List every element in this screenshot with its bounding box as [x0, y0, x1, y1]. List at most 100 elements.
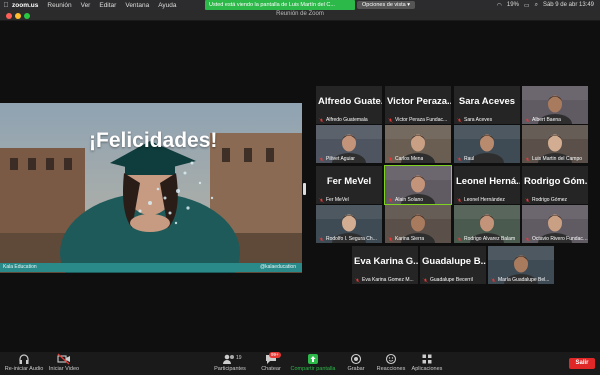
mic-muted-icon — [319, 197, 324, 203]
participant-name: Guadalupe Becerril — [430, 277, 473, 283]
participant-name-bar: Alfredo Guatemala — [316, 116, 382, 124]
mic-muted-icon — [525, 156, 530, 162]
participant-tile[interactable]: Rodolfo I. Segura Ch... — [316, 205, 382, 243]
mic-muted-icon — [525, 236, 530, 242]
participant-tile[interactable]: Alain Solano — [384, 165, 452, 205]
participant-tile[interactable]: Eva Karina G... Eva Karina Gomez M... — [352, 246, 418, 284]
participant-name-bar: Leonel Hernández — [454, 196, 520, 204]
menu-editar[interactable]: Editar — [99, 2, 116, 9]
participant-tile[interactable]: Leonel Herná... Leonel Hernández — [454, 166, 520, 204]
headphones-icon — [19, 354, 29, 364]
participants-button[interactable]: Participantes 19 — [212, 353, 248, 372]
mic-muted-icon — [319, 236, 324, 242]
start-video-button[interactable]: Iniciar Video — [48, 353, 80, 372]
menu-ventana[interactable]: Ventana — [125, 2, 149, 9]
menu-ver[interactable]: Ver — [81, 2, 91, 9]
search-icon[interactable]: ⌕ — [535, 2, 538, 9]
participants-label: Participantes — [214, 366, 246, 372]
view-options-button[interactable]: Opciones de vista ▾ — [357, 1, 416, 9]
rejoin-audio-label: Re-iniciar Audio — [4, 366, 44, 372]
mic-muted-icon — [388, 197, 393, 203]
leave-meeting-button[interactable]: Salir — [569, 358, 595, 369]
participant-name-bar: Pilivet Aguiar — [316, 155, 382, 163]
participant-tile[interactable]: Fer MeVel Fer MeVel — [316, 166, 382, 204]
reactions-label: Reacciones — [376, 366, 406, 372]
mic-muted-icon — [388, 156, 393, 162]
share-banner-text: Usted está viendo la pantalla de Luis Ma… — [209, 2, 335, 8]
participant-name: Carlos Mena — [395, 156, 424, 162]
window-title: Reunión de Zoom — [276, 11, 324, 17]
participant-name-bar: Rodolfo I. Segura Ch... — [316, 235, 382, 243]
participant-name: Rodolfo I. Segura Ch... — [326, 236, 377, 242]
participant-name: Raul — [464, 156, 475, 162]
participant-tile[interactable]: Albert Baena — [522, 86, 588, 124]
participant-name: Karina Sierra — [395, 236, 425, 242]
wifi-icon[interactable]: ◠ — [497, 2, 502, 9]
participant-name: Octavio Rivero Fundació... — [532, 236, 588, 242]
mic-muted-icon — [457, 117, 462, 123]
participant-name-bar: Guadalupe Becerril — [420, 276, 486, 284]
mic-muted-icon — [388, 117, 393, 123]
participant-tile[interactable]: Guadalupe B... Guadalupe Becerril — [420, 246, 486, 284]
split-view-handle[interactable] — [303, 183, 306, 195]
menu-ayuda[interactable]: Ayuda — [158, 2, 176, 9]
battery-icon[interactable]: ▭ — [524, 2, 530, 9]
menu-app-zoom[interactable]: zoom.us — [12, 2, 38, 9]
participant-name-bar: Alain Solano — [385, 196, 451, 204]
mic-muted-icon — [491, 277, 496, 283]
participant-display-name: Eva Karina G... — [354, 256, 418, 267]
participant-name-bar: Victor Peraza Fundac... — [385, 116, 451, 124]
participant-tile[interactable]: Rodrigo Álvarez Balam — [454, 205, 520, 243]
participant-name-bar: Carlos Mena — [385, 155, 451, 163]
battery-percent: 19% — [506, 2, 519, 8]
participant-tile[interactable]: Rodrigo Góm... Rodrigo Gómez — [522, 166, 588, 204]
participant-name-bar: Eva Karina Gomez M... — [352, 276, 418, 284]
participant-display-name: Leonel Herná... — [456, 176, 520, 187]
participant-tile[interactable]: María Guadalupe Bel... — [488, 246, 554, 284]
mic-muted-icon — [525, 197, 530, 203]
chat-button[interactable]: 99+ Chatear — [258, 352, 284, 372]
participant-name: Rodrigo Álvarez Balam — [464, 236, 516, 242]
participant-name-bar: María Guadalupe Bel... — [488, 276, 554, 284]
participant-display-name: Sara Aceves — [458, 96, 516, 107]
participant-tile[interactable]: Karina Sierra — [385, 205, 451, 243]
participant-name: Rodrigo Gómez — [532, 197, 568, 203]
participant-name-bar: Albert Baena — [522, 116, 588, 124]
smiley-icon — [385, 353, 397, 365]
participant-tile[interactable]: Sara Aceves Sara Aceves — [454, 86, 520, 124]
apps-button[interactable]: Aplicaciones — [410, 353, 444, 372]
participant-tile[interactable]: Pilivet Aguiar — [316, 125, 382, 163]
participant-tile[interactable]: Victor Peraza... Victor Peraza Fundac... — [385, 86, 451, 124]
participant-name-bar: Luis Martin del Campo — [522, 155, 588, 163]
participant-name: Leonel Hernández — [464, 197, 505, 203]
participant-name: Pilivet Aguiar — [326, 156, 355, 162]
participant-name: Sara Aceves — [464, 117, 493, 123]
participant-name-bar: Karina Sierra — [385, 235, 451, 243]
participant-name: Victor Peraza Fundac... — [395, 117, 448, 123]
apple-menu-icon[interactable]:  — [0, 2, 12, 9]
clock[interactable]: Sáb 9 de abr 13:49 — [543, 2, 594, 8]
mic-muted-icon — [319, 117, 324, 123]
view-options-label: Opciones de vista — [362, 2, 406, 8]
participant-tile[interactable]: Alfredo Guate... Alfredo Guatemala — [316, 86, 382, 124]
participant-tile[interactable]: Raul — [454, 125, 520, 163]
record-button[interactable]: Grabar — [345, 353, 367, 372]
chat-label: Chatear — [261, 366, 281, 372]
participant-tile[interactable]: Luis Martin del Campo — [522, 125, 588, 163]
menubar-status: ◠ 19% ▭ ⌕ Sáb 9 de abr 13:49 — [497, 0, 594, 10]
participant-tile[interactable]: Carlos Mena — [385, 125, 451, 163]
reactions-button[interactable]: Reacciones — [376, 353, 406, 372]
participant-tile[interactable]: Octavio Rivero Fundació... — [522, 205, 588, 243]
participant-name: Fer MeVel — [326, 197, 349, 203]
mic-muted-icon — [355, 277, 360, 283]
slide-title: ¡Felicidades! — [89, 129, 218, 152]
rejoin-audio-button[interactable]: Re-iniciar Audio — [4, 353, 44, 372]
start-video-label: Iniciar Video — [48, 366, 80, 372]
menu-reunion[interactable]: Reunión — [47, 2, 71, 9]
slide-caption-left: Kala Education — [3, 264, 37, 270]
share-screen-button[interactable]: Compartir pantalla — [290, 353, 336, 372]
participant-name-bar: Rodrigo Álvarez Balam — [454, 235, 520, 243]
participant-display-name: Fer MeVel — [326, 176, 372, 187]
mic-muted-icon — [457, 197, 462, 203]
mic-muted-icon — [319, 156, 324, 162]
